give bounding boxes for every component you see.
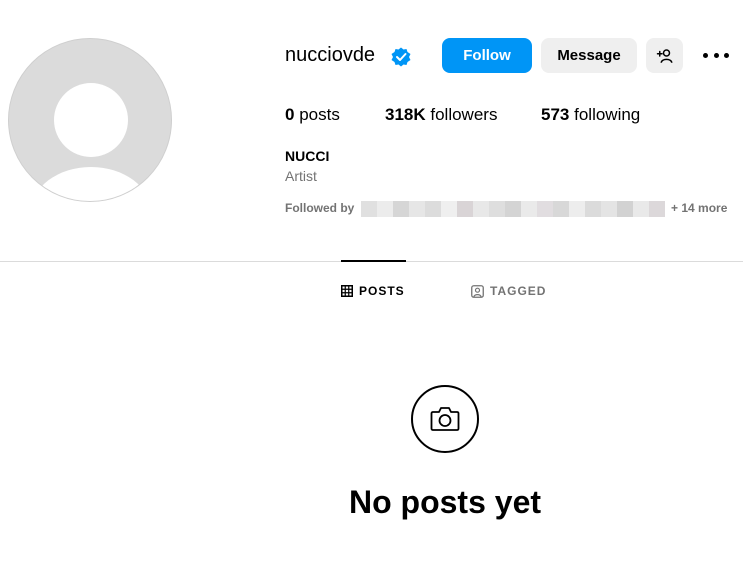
username: nucciovde — [285, 44, 376, 66]
profile-avatar[interactable] — [8, 38, 172, 202]
followed-by-names-redacted[interactable] — [361, 201, 665, 217]
tab-posts[interactable]: POSTS — [341, 284, 405, 298]
add-person-icon — [656, 48, 672, 63]
followers-number: 318K — [385, 105, 426, 124]
camera-icon — [430, 407, 460, 431]
followed-by-label: Followed by — [285, 201, 355, 215]
followed-by-more[interactable]: + 14 more — [671, 201, 727, 215]
following-link[interactable]: 573 following — [541, 105, 640, 125]
tab-tagged-label: TAGGED — [490, 284, 547, 298]
suggested-users-button[interactable] — [646, 38, 683, 73]
followers-link[interactable]: 318K followers — [385, 105, 497, 125]
empty-state-title: No posts yet — [348, 484, 542, 520]
tab-posts-label: POSTS — [359, 284, 405, 298]
posts-count: 0 posts — [285, 105, 340, 125]
posts-label: posts — [299, 105, 340, 124]
followers-label: followers — [430, 105, 498, 124]
tab-tagged[interactable]: TAGGED — [471, 284, 546, 298]
following-label: following — [574, 105, 641, 124]
following-number: 573 — [541, 105, 570, 124]
empty-state-camera — [411, 385, 479, 453]
message-button[interactable]: Message — [541, 38, 637, 73]
more-options-icon[interactable] — [703, 46, 729, 64]
verified-badge-icon — [391, 47, 411, 67]
grid-icon — [341, 285, 353, 297]
posts-number: 0 — [285, 105, 295, 124]
follow-button[interactable]: Follow — [442, 38, 532, 73]
full-name: NUCCI — [285, 148, 330, 164]
tagged-icon — [471, 284, 484, 298]
avatar-placeholder-head — [54, 83, 128, 157]
avatar-placeholder-body — [31, 167, 151, 201]
active-tab-indicator — [341, 260, 406, 262]
category-label: Artist — [285, 168, 317, 184]
